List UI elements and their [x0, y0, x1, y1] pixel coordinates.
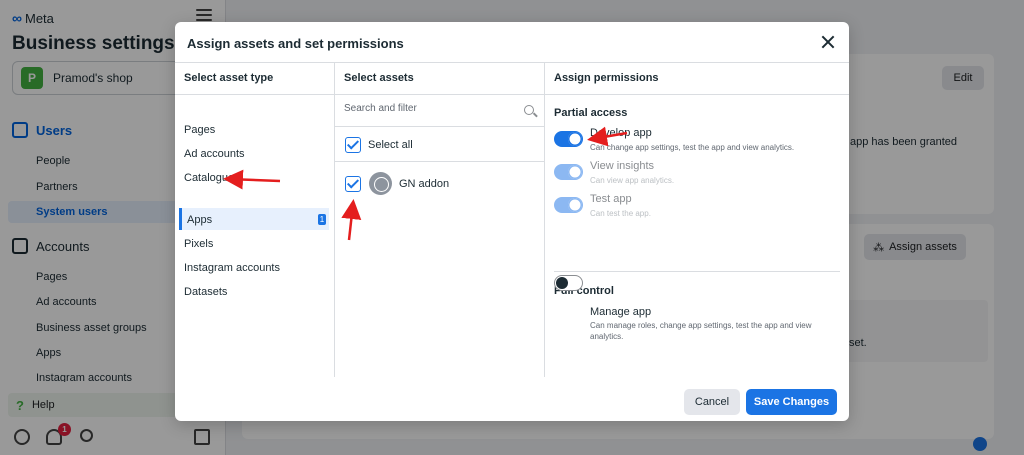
partial-access-heading: Partial access [554, 107, 628, 119]
permissions-heading: Assign permissions [554, 72, 659, 84]
develop-app-title: Develop app [590, 127, 652, 139]
cancel-button[interactable]: Cancel [684, 389, 740, 415]
asset-type-pixels[interactable]: Pixels [184, 238, 213, 250]
view-insights-toggle [554, 164, 583, 180]
select-all-row[interactable]: Select all [335, 128, 545, 162]
asset-type-pages[interactable]: Pages [184, 124, 215, 136]
select-all-checkbox[interactable] [345, 137, 361, 153]
dialog-title: Assign assets and set permissions [187, 36, 404, 51]
select-assets-column: Select assets Select all GN addon [335, 63, 545, 377]
manage-app-title: Manage app [590, 306, 652, 318]
app-atom-icon [369, 172, 392, 195]
asset-type-column: Select asset type Pages Ad accounts Cata… [175, 63, 335, 377]
asset-type-ad-accounts[interactable]: Ad accounts [184, 148, 245, 160]
asset-checkbox[interactable] [345, 176, 361, 192]
view-insights-title: View insights [590, 160, 654, 172]
select-all-label: Select all [368, 139, 413, 151]
develop-app-toggle[interactable] [554, 131, 583, 147]
test-app-desc: Can test the app. [590, 209, 651, 218]
view-insights-desc: Can view app analytics. [590, 176, 675, 185]
column-divider [175, 94, 334, 95]
asset-type-datasets[interactable]: Datasets [184, 286, 227, 298]
asset-type-catalogues[interactable]: Catalogues [184, 172, 240, 184]
apps-selected-count: 1 [318, 214, 326, 225]
asset-type-heading: Select asset type [184, 72, 274, 84]
asset-name: GN addon [399, 178, 450, 190]
assign-assets-dialog: Assign assets and set permissions Select… [175, 22, 849, 421]
asset-type-apps[interactable]: Apps [187, 214, 212, 226]
test-app-toggle [554, 197, 583, 213]
develop-app-desc: Can change app settings, test the app an… [590, 143, 795, 152]
asset-type-instagram-accounts[interactable]: Instagram accounts [184, 262, 280, 274]
manage-app-desc: Can manage roles, change app settings, t… [590, 321, 812, 341]
column-divider [545, 94, 849, 95]
search-icon[interactable] [524, 105, 534, 115]
save-changes-button[interactable]: Save Changes [746, 389, 837, 415]
manage-app-toggle[interactable] [554, 275, 583, 291]
test-app-title: Test app [590, 193, 632, 205]
search-row [335, 95, 545, 127]
permissions-column: Assign permissions Partial access Develo… [545, 63, 849, 377]
select-assets-heading: Select assets [344, 72, 414, 84]
permissions-divider [554, 271, 840, 272]
search-input[interactable] [344, 103, 514, 114]
close-icon[interactable] [820, 34, 836, 50]
